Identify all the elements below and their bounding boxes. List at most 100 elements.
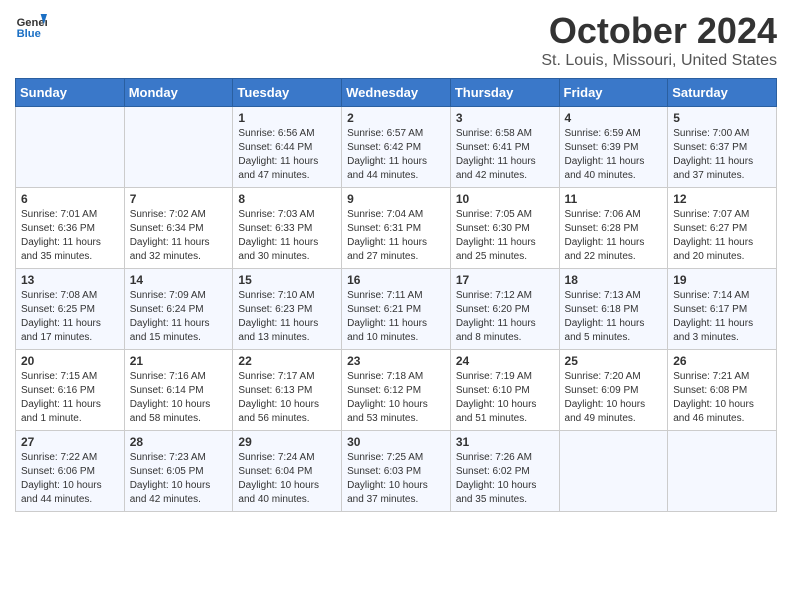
day-number: 22	[238, 354, 336, 368]
header-monday: Monday	[124, 79, 233, 107]
calendar-week-1: 1 Sunrise: 6:56 AM Sunset: 6:44 PM Daylig…	[16, 107, 777, 188]
day-info: Sunrise: 6:58 AM Sunset: 6:41 PM Dayligh…	[456, 127, 554, 183]
day-number: 10	[456, 192, 554, 206]
day-info: Sunrise: 7:08 AM Sunset: 6:25 PM Dayligh…	[21, 289, 119, 345]
day-number: 13	[21, 273, 119, 287]
day-number: 23	[347, 354, 445, 368]
day-info: Sunrise: 7:03 AM Sunset: 6:33 PM Dayligh…	[238, 208, 336, 264]
calendar-cell: 12Sunrise: 7:07 AM Sunset: 6:27 PM Dayli…	[668, 188, 777, 269]
day-number: 4	[565, 111, 663, 125]
day-number: 17	[456, 273, 554, 287]
calendar-cell: 8 Sunrise: 7:03 AM Sunset: 6:33 PM Daylig…	[233, 188, 342, 269]
day-info: Sunrise: 7:14 AM Sunset: 6:17 PM Dayligh…	[673, 289, 771, 345]
day-number: 9	[347, 192, 445, 206]
calendar-week-4: 20 Sunrise: 7:15 AM Sunset: 6:16 PM Dayli…	[16, 350, 777, 431]
day-info: Sunrise: 7:11 AM Sunset: 6:21 PM Dayligh…	[347, 289, 445, 345]
day-number: 2	[347, 111, 445, 125]
day-info: Sunrise: 6:56 AM Sunset: 6:44 PM Dayligh…	[238, 127, 336, 183]
calendar-cell	[16, 107, 125, 188]
day-info: Sunrise: 7:01 AM Sunset: 6:36 PM Dayligh…	[21, 208, 119, 264]
header-row: Sunday Monday Tuesday Wednesday Thursday…	[16, 79, 777, 107]
calendar-cell: 17 Sunrise: 7:12 AM Sunset: 6:20 PM Dayli…	[450, 269, 559, 350]
calendar-cell: 28 Sunrise: 7:23 AM Sunset: 6:05 PM Dayli…	[124, 431, 233, 512]
day-info: Sunrise: 7:26 AM Sunset: 6:02 PM Dayligh…	[456, 451, 554, 507]
calendar-cell: 5Sunrise: 7:00 AM Sunset: 6:37 PM Daylig…	[668, 107, 777, 188]
calendar-title: October 2024	[541, 10, 777, 52]
day-number: 19	[673, 273, 771, 287]
calendar-cell: 14Sunrise: 7:09 AM Sunset: 6:24 PM Dayli…	[124, 269, 233, 350]
header-wednesday: Wednesday	[342, 79, 451, 107]
calendar-week-2: 6 Sunrise: 7:01 AM Sunset: 6:36 PM Daylig…	[16, 188, 777, 269]
calendar-cell: 15 Sunrise: 7:10 AM Sunset: 6:23 PM Dayli…	[233, 269, 342, 350]
header-sunday: Sunday	[16, 79, 125, 107]
calendar-cell: 1 Sunrise: 6:56 AM Sunset: 6:44 PM Daylig…	[233, 107, 342, 188]
day-number: 27	[21, 435, 119, 449]
calendar-week-5: 27 Sunrise: 7:22 AM Sunset: 6:06 PM Dayli…	[16, 431, 777, 512]
calendar-cell: 21Sunrise: 7:16 AM Sunset: 6:14 PM Dayli…	[124, 350, 233, 431]
day-number: 8	[238, 192, 336, 206]
calendar-cell: 3 Sunrise: 6:58 AM Sunset: 6:41 PM Daylig…	[450, 107, 559, 188]
day-number: 12	[673, 192, 771, 206]
day-info: Sunrise: 7:20 AM Sunset: 6:09 PM Dayligh…	[565, 370, 663, 426]
title-block: October 2024 St. Louis, Missouri, United…	[541, 10, 777, 70]
calendar-cell: 7 Sunrise: 7:02 AM Sunset: 6:34 PM Daylig…	[124, 188, 233, 269]
day-info: Sunrise: 7:02 AM Sunset: 6:34 PM Dayligh…	[130, 208, 228, 264]
calendar-header: Sunday Monday Tuesday Wednesday Thursday…	[16, 79, 777, 107]
day-number: 20	[21, 354, 119, 368]
day-info: Sunrise: 7:12 AM Sunset: 6:20 PM Dayligh…	[456, 289, 554, 345]
day-number: 18	[565, 273, 663, 287]
day-number: 25	[565, 354, 663, 368]
calendar-cell: 4 Sunrise: 6:59 AM Sunset: 6:39 PM Daylig…	[559, 107, 668, 188]
day-info: Sunrise: 7:23 AM Sunset: 6:05 PM Dayligh…	[130, 451, 228, 507]
logo-icon: General Blue	[15, 10, 47, 42]
calendar-cell: 10 Sunrise: 7:05 AM Sunset: 6:30 PM Dayli…	[450, 188, 559, 269]
calendar-table: Sunday Monday Tuesday Wednesday Thursday…	[15, 78, 777, 512]
calendar-cell: 30Sunrise: 7:25 AM Sunset: 6:03 PM Dayli…	[342, 431, 451, 512]
calendar-cell: 26 Sunrise: 7:21 AM Sunset: 6:08 PM Dayli…	[668, 350, 777, 431]
header-friday: Friday	[559, 79, 668, 107]
svg-text:Blue: Blue	[17, 28, 41, 40]
day-info: Sunrise: 7:15 AM Sunset: 6:16 PM Dayligh…	[21, 370, 119, 426]
calendar-cell	[559, 431, 668, 512]
day-number: 6	[21, 192, 119, 206]
calendar-cell: 25 Sunrise: 7:20 AM Sunset: 6:09 PM Dayli…	[559, 350, 668, 431]
calendar-body: 1 Sunrise: 6:56 AM Sunset: 6:44 PM Daylig…	[16, 107, 777, 512]
day-info: Sunrise: 6:57 AM Sunset: 6:42 PM Dayligh…	[347, 127, 445, 183]
day-number: 1	[238, 111, 336, 125]
day-info: Sunrise: 7:24 AM Sunset: 6:04 PM Dayligh…	[238, 451, 336, 507]
day-info: Sunrise: 7:13 AM Sunset: 6:18 PM Dayligh…	[565, 289, 663, 345]
calendar-cell: 19 Sunrise: 7:14 AM Sunset: 6:17 PM Dayli…	[668, 269, 777, 350]
day-number: 15	[238, 273, 336, 287]
calendar-cell: 23Sunrise: 7:18 AM Sunset: 6:12 PM Dayli…	[342, 350, 451, 431]
day-number: 11	[565, 192, 663, 206]
header-saturday: Saturday	[668, 79, 777, 107]
day-info: Sunrise: 7:10 AM Sunset: 6:23 PM Dayligh…	[238, 289, 336, 345]
calendar-cell: 2 Sunrise: 6:57 AM Sunset: 6:42 PM Daylig…	[342, 107, 451, 188]
day-info: Sunrise: 7:04 AM Sunset: 6:31 PM Dayligh…	[347, 208, 445, 264]
day-info: Sunrise: 7:25 AM Sunset: 6:03 PM Dayligh…	[347, 451, 445, 507]
calendar-cell: 27 Sunrise: 7:22 AM Sunset: 6:06 PM Dayli…	[16, 431, 125, 512]
day-number: 14	[130, 273, 228, 287]
day-number: 31	[456, 435, 554, 449]
day-number: 24	[456, 354, 554, 368]
day-number: 28	[130, 435, 228, 449]
calendar-cell: 6 Sunrise: 7:01 AM Sunset: 6:36 PM Daylig…	[16, 188, 125, 269]
day-number: 3	[456, 111, 554, 125]
day-info: Sunrise: 7:06 AM Sunset: 6:28 PM Dayligh…	[565, 208, 663, 264]
calendar-subtitle: St. Louis, Missouri, United States	[541, 52, 777, 70]
day-number: 26	[673, 354, 771, 368]
day-info: Sunrise: 7:00 AM Sunset: 6:37 PM Dayligh…	[673, 127, 771, 183]
day-number: 7	[130, 192, 228, 206]
calendar-cell: 9 Sunrise: 7:04 AM Sunset: 6:31 PM Daylig…	[342, 188, 451, 269]
day-info: Sunrise: 7:19 AM Sunset: 6:10 PM Dayligh…	[456, 370, 554, 426]
calendar-cell: 13 Sunrise: 7:08 AM Sunset: 6:25 PM Dayli…	[16, 269, 125, 350]
calendar-cell	[668, 431, 777, 512]
day-info: Sunrise: 7:05 AM Sunset: 6:30 PM Dayligh…	[456, 208, 554, 264]
calendar-week-3: 13 Sunrise: 7:08 AM Sunset: 6:25 PM Dayli…	[16, 269, 777, 350]
day-info: Sunrise: 7:22 AM Sunset: 6:06 PM Dayligh…	[21, 451, 119, 507]
calendar-cell: 24 Sunrise: 7:19 AM Sunset: 6:10 PM Dayli…	[450, 350, 559, 431]
header-tuesday: Tuesday	[233, 79, 342, 107]
day-info: Sunrise: 7:21 AM Sunset: 6:08 PM Dayligh…	[673, 370, 771, 426]
calendar-cell: 20 Sunrise: 7:15 AM Sunset: 6:16 PM Dayli…	[16, 350, 125, 431]
day-info: Sunrise: 6:59 AM Sunset: 6:39 PM Dayligh…	[565, 127, 663, 183]
